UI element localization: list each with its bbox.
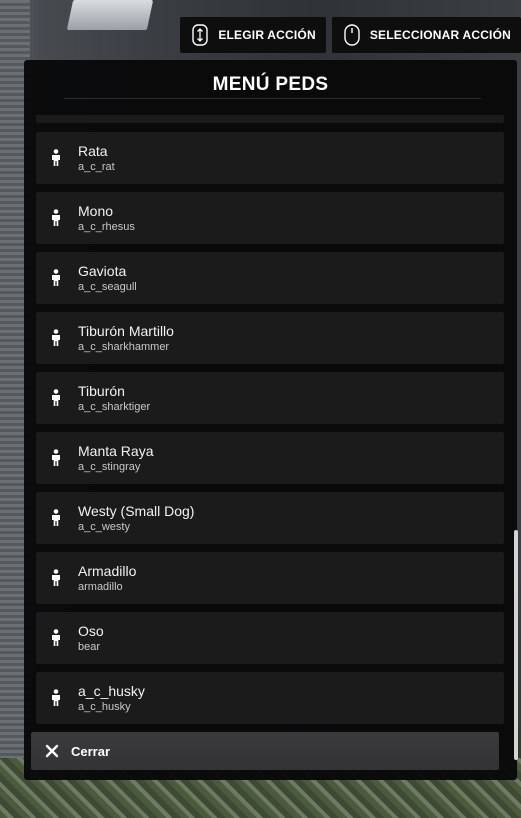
item-name: Oso: [78, 623, 104, 639]
list-item[interactable]: Manta Raya a_c_stingray: [36, 432, 504, 484]
choose-action-hint: ELEGIR ACCIÓN: [180, 17, 326, 53]
item-code: a_c_husky: [78, 701, 131, 713]
item-code: a_c_westy: [78, 521, 130, 533]
up-down-arrow-icon: [192, 24, 209, 46]
item-name: a_c_husky: [78, 683, 145, 699]
item-code: a_c_sharktiger: [78, 401, 151, 413]
list-item-partial[interactable]: [36, 115, 504, 123]
item-code: a_c_sharkhammer: [78, 341, 170, 353]
title-divider: [64, 98, 481, 99]
person-icon: [50, 689, 62, 712]
person-icon: [50, 509, 62, 532]
select-action-hint: SELECCIONAR ACCIÓN: [331, 17, 521, 53]
item-name: Mono: [78, 203, 114, 219]
item-code: a_c_rhesus: [78, 221, 135, 233]
choose-action-label: ELEGIR ACCIÓN: [218, 28, 316, 42]
close-button[interactable]: Cerrar: [31, 732, 499, 770]
item-code: armadillo: [78, 581, 123, 593]
item-code: a_c_rat: [78, 161, 115, 173]
list-item[interactable]: Mono a_c_rhesus: [36, 192, 504, 244]
person-icon: [50, 569, 62, 592]
item-name: Westy (Small Dog): [78, 503, 195, 519]
mouse-icon: [344, 24, 360, 46]
close-icon: [45, 744, 59, 758]
person-icon: [50, 389, 62, 412]
person-icon: [50, 149, 62, 172]
close-button-label: Cerrar: [71, 743, 111, 759]
person-icon: [50, 629, 62, 652]
item-name: Manta Raya: [78, 443, 154, 459]
list-item[interactable]: Gaviota a_c_seagull: [36, 252, 504, 304]
peds-menu-panel: MENÚ PEDS Rata a_c_rat Mono a_c_rhesus G…: [24, 60, 517, 780]
list-item[interactable]: Tiburón Martillo a_c_sharkhammer: [36, 312, 504, 364]
select-action-label: SELECCIONAR ACCIÓN: [369, 28, 511, 42]
list-item[interactable]: Oso bear: [36, 612, 504, 664]
item-name: Gaviota: [78, 263, 127, 279]
item-code: a_c_stingray: [78, 461, 141, 473]
list-item[interactable]: Tiburón a_c_sharktiger: [36, 372, 504, 424]
list-item[interactable]: Westy (Small Dog) a_c_westy: [36, 492, 504, 544]
peds-list[interactable]: Rata a_c_rat Mono a_c_rhesus Gaviota a_c…: [36, 115, 504, 725]
item-name: Armadillo: [78, 563, 137, 579]
person-icon: [50, 329, 62, 352]
background-light: [66, 0, 154, 30]
item-code: a_c_seagull: [78, 281, 137, 293]
menu-title: MENÚ PEDS: [212, 74, 329, 95]
person-icon: [50, 209, 62, 232]
item-name: Tiburón Martillo: [78, 323, 174, 339]
list-item[interactable]: a_c_husky a_c_husky: [36, 672, 504, 724]
list-item[interactable]: Armadillo armadillo: [36, 552, 504, 604]
person-icon: [50, 449, 62, 472]
item-name: Rata: [78, 143, 108, 159]
item-code: bear: [78, 641, 101, 653]
person-icon: [50, 269, 62, 292]
item-name: Tiburón: [78, 383, 125, 399]
scrollbar-thumb[interactable]: [514, 530, 518, 760]
top-action-bar: ELEGIR ACCIÓN SELECCIONAR ACCIÓN: [180, 17, 521, 53]
list-item[interactable]: Rata a_c_rat: [36, 132, 504, 184]
